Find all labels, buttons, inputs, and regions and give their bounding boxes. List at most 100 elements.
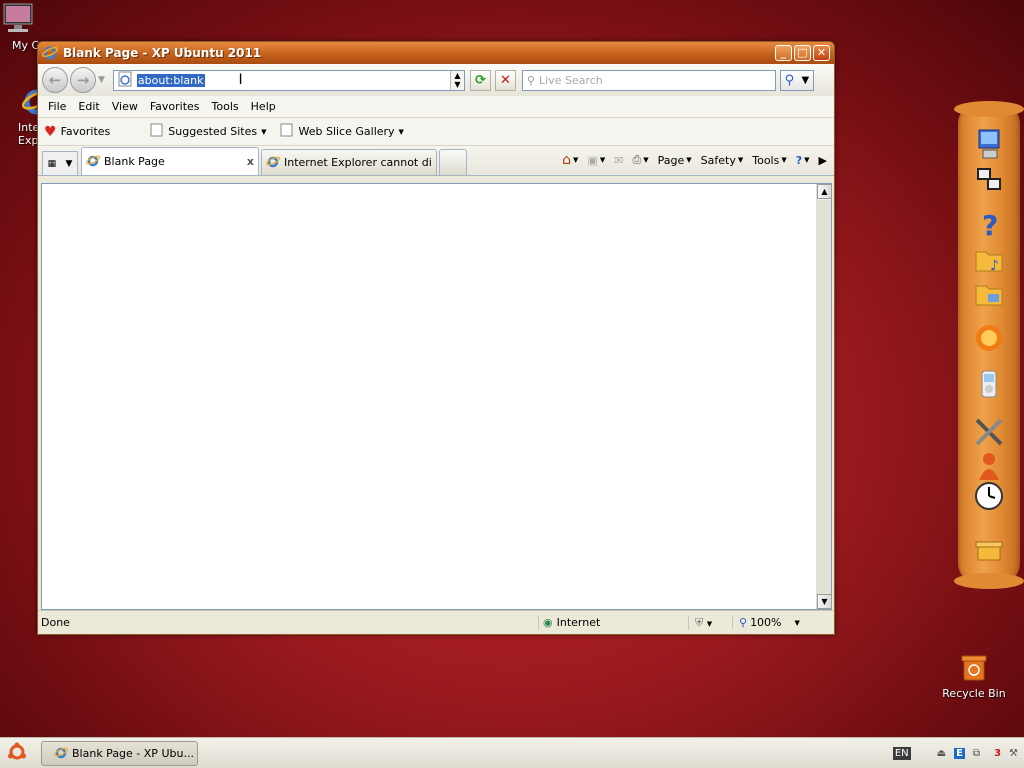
globe-icon: ◉ bbox=[543, 616, 553, 629]
app-tray-icon[interactable]: 3 bbox=[994, 748, 1001, 759]
chevron-down-icon: ▼ bbox=[261, 127, 267, 136]
start-button[interactable] bbox=[0, 742, 34, 765]
address-bar[interactable]: about:blank I ▲ ▼ bbox=[112, 69, 465, 91]
page-icon bbox=[280, 123, 294, 140]
magnifier-icon: ⚲ bbox=[784, 72, 795, 88]
rss-icon: ▣ bbox=[587, 153, 598, 167]
new-tab-button[interactable] bbox=[439, 149, 467, 175]
quick-tabs-button[interactable]: ▦ ▼ bbox=[42, 151, 78, 175]
close-button[interactable]: ✕ bbox=[813, 45, 830, 61]
extra-tray-icon[interactable]: ⚒ bbox=[1009, 748, 1018, 759]
protected-mode-indicator[interactable]: ⛨ ▼ bbox=[688, 615, 732, 630]
chevron-down-icon: ▼ bbox=[706, 619, 713, 628]
recent-pages-dropdown[interactable]: ▼ bbox=[98, 75, 105, 85]
ie-icon bbox=[265, 154, 281, 171]
forward-button[interactable]: → bbox=[70, 67, 96, 93]
desktop-icon-recycle-bin[interactable]: Recycle Bin bbox=[934, 652, 1014, 700]
favorites-label: Favorites bbox=[60, 125, 111, 138]
suggested-sites-link[interactable]: Suggested Sites ▼ bbox=[150, 123, 266, 140]
menu-bar: File Edit View Favorites Tools Help bbox=[38, 96, 834, 118]
more-commands-button[interactable]: ▶ bbox=[816, 154, 830, 167]
ie-icon bbox=[53, 745, 69, 762]
safety-menu-label: Safety bbox=[700, 153, 736, 167]
home-button[interactable]: ⌂ ▼ bbox=[559, 152, 581, 168]
scroll-up-button[interactable]: ▲ bbox=[817, 184, 832, 199]
tab-blank-page[interactable]: Blank Page x bbox=[81, 147, 259, 175]
ie-icon bbox=[85, 153, 101, 170]
back-arrow-icon: ← bbox=[48, 71, 62, 89]
clock-icon[interactable] bbox=[972, 479, 1006, 513]
chevron-down-icon: ▼ bbox=[65, 158, 73, 169]
firefox-icon[interactable] bbox=[972, 321, 1006, 355]
web-slice-gallery-link[interactable]: Web Slice Gallery ▼ bbox=[280, 123, 404, 140]
chevron-down-icon: ▼ bbox=[599, 156, 606, 164]
search-icon: ⚲ bbox=[526, 73, 535, 87]
address-input[interactable]: about:blank bbox=[136, 73, 205, 87]
menu-edit[interactable]: Edit bbox=[72, 100, 105, 113]
security-zone[interactable]: ◉ Internet bbox=[538, 616, 688, 629]
stop-button[interactable]: ✕ bbox=[494, 69, 516, 91]
heart-icon: ♥ bbox=[44, 123, 57, 140]
media-player-icon[interactable] bbox=[972, 367, 1006, 401]
page-menu-label: Page bbox=[657, 153, 685, 167]
language-indicator[interactable]: EN bbox=[892, 746, 911, 760]
chevron-down-icon: ▼ bbox=[686, 156, 692, 164]
help-icon[interactable]: ? bbox=[972, 207, 1006, 241]
menu-file[interactable]: File bbox=[42, 100, 72, 113]
zoom-label: 100% bbox=[750, 616, 782, 629]
link-label: Web Slice Gallery bbox=[298, 125, 395, 138]
menu-view[interactable]: View bbox=[106, 100, 144, 113]
tools-menu[interactable]: Tools ▼ bbox=[749, 154, 790, 167]
system-tray: EN ⏏ E ⧉ 3 ⚒ bbox=[892, 746, 1024, 760]
zoom-control[interactable]: ⚲ 100% ▼ bbox=[732, 616, 812, 629]
help-menu[interactable]: ? ▼ bbox=[793, 154, 813, 167]
taskbar: Blank Page - XP Ubu... EN ⏏ E ⧉ 3 ⚒ bbox=[0, 737, 1024, 768]
safety-menu[interactable]: Safety ▼ bbox=[698, 154, 747, 167]
pictures-folder-icon[interactable] bbox=[972, 277, 1006, 311]
chevron-down-icon: ▼ bbox=[804, 156, 810, 164]
maximize-button[interactable]: □ bbox=[794, 45, 811, 61]
print-button[interactable]: ⎙ ▼ bbox=[629, 153, 651, 167]
scroll-thumb[interactable] bbox=[817, 200, 831, 594]
trash-icon[interactable] bbox=[972, 533, 1006, 567]
text-cursor-icon: I bbox=[238, 72, 243, 88]
favorites-button[interactable]: ♥ Favorites bbox=[44, 124, 110, 140]
search-placeholder: Live Search bbox=[538, 73, 603, 87]
vertical-scrollbar[interactable]: ▲ ▼ bbox=[816, 184, 832, 609]
svg-text:♪: ♪ bbox=[990, 258, 999, 274]
ubuntu-user-icon[interactable] bbox=[972, 449, 1006, 483]
editor-tray-icon[interactable]: E bbox=[954, 747, 965, 759]
mail-icon: ✉ bbox=[614, 153, 624, 167]
chevron-down-icon: ▼ bbox=[643, 156, 649, 164]
network-tray-icon[interactable]: ⧉ bbox=[973, 748, 980, 759]
music-folder-icon[interactable]: ♪ bbox=[972, 243, 1006, 277]
menu-favorites[interactable]: Favorites bbox=[144, 100, 206, 113]
tab-ie-cannot-display[interactable]: Internet Explorer cannot dis... bbox=[261, 149, 437, 175]
back-button[interactable]: ← bbox=[42, 67, 68, 93]
feeds-button[interactable]: ▣ ▼ bbox=[584, 154, 608, 167]
eject-icon[interactable]: ⏏ bbox=[937, 748, 946, 759]
page-content[interactable]: ▲ ▼ bbox=[41, 183, 832, 610]
address-dropdown-button[interactable]: ▲ ▼ bbox=[449, 70, 464, 90]
menu-tools[interactable]: Tools bbox=[206, 100, 245, 113]
tools-icon[interactable] bbox=[972, 415, 1006, 449]
read-mail-button[interactable]: ✉ bbox=[611, 154, 626, 167]
network-icon[interactable] bbox=[972, 163, 1006, 197]
search-button[interactable]: ⚲ ▼ bbox=[779, 69, 814, 91]
menu-help[interactable]: Help bbox=[245, 100, 282, 113]
refresh-button[interactable]: ⟳ bbox=[469, 69, 491, 91]
scroll-down-button[interactable]: ▼ bbox=[817, 594, 832, 609]
page-menu[interactable]: Page ▼ bbox=[655, 154, 695, 167]
ubuntu-logo-icon bbox=[7, 742, 27, 765]
minimize-button[interactable]: _ bbox=[775, 45, 792, 61]
taskbar-item-browser[interactable]: Blank Page - XP Ubu... bbox=[41, 740, 198, 766]
search-options-dropdown[interactable]: ▼ bbox=[802, 75, 810, 86]
close-tab-icon[interactable]: x bbox=[247, 155, 254, 168]
computer-icon[interactable] bbox=[972, 127, 1006, 161]
page-icon bbox=[117, 71, 133, 90]
printer-icon: ⎙ bbox=[632, 153, 642, 166]
ie-icon bbox=[41, 44, 59, 63]
title-bar[interactable]: Blank Page - XP Ubuntu 2011 _ □ ✕ bbox=[38, 42, 834, 64]
search-input[interactable]: ⚲ Live Search bbox=[521, 69, 776, 91]
zone-label: Internet bbox=[556, 616, 601, 629]
